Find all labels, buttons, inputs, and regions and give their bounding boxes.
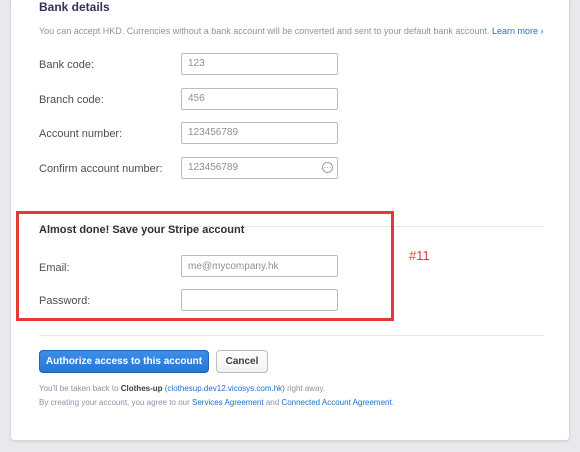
account-number-field[interactable]: 123456789 [181,122,338,144]
footer-terms-and: and [265,398,280,407]
bank-code-label: Bank code: [39,59,95,71]
actions-divider [39,335,544,336]
section-title-bank-details: Bank details [39,0,110,14]
footer-return-prefix: You'll be taken back to [39,384,119,393]
footer-return-suffix: right away. [287,384,326,393]
reveal-icon[interactable]: ⋯ [322,162,333,173]
footer-terms-note: By creating your account, you agree to o… [39,398,394,407]
footer-terms-period: . [391,398,394,407]
learn-more-link[interactable]: Learn more › [492,26,544,36]
authorize-button[interactable]: Authorize access to this account [39,350,209,373]
footer-app-name: Clothes-up [120,384,163,393]
account-number-label: Account number: [39,128,123,140]
services-agreement-link[interactable]: Services Agreement [192,398,264,407]
annotation-highlight-box [16,211,394,321]
cancel-button[interactable]: Cancel [216,350,268,373]
annotation-marker: #11 [409,248,430,263]
confirm-account-number-label: Confirm account number: [39,163,163,175]
branch-code-field[interactable]: 456 [181,88,338,110]
bank-code-field[interactable]: 123 [181,53,338,75]
connected-agreement-link[interactable]: Connected Account Agreement [281,398,391,407]
confirm-account-number-value: 123456789 [188,162,239,173]
bank-intro: You can accept HKD. Currencies without a… [39,26,559,36]
bank-code-value: 123 [188,58,205,69]
footer-terms-prefix: By creating your account, you agree to o… [39,398,190,407]
footer-return-note: You'll be taken back to Clothes-up (clot… [39,384,325,393]
branch-code-value: 456 [188,93,205,104]
confirm-account-number-field[interactable]: 123456789 ⋯ [181,157,338,179]
bank-intro-text: You can accept HKD. Currencies without a… [39,26,490,36]
account-number-value: 123456789 [188,127,239,138]
footer-app-url-link[interactable]: (clothesup.dev12.vicosys.com.hk) [165,384,285,393]
branch-code-label: Branch code: [39,94,104,106]
